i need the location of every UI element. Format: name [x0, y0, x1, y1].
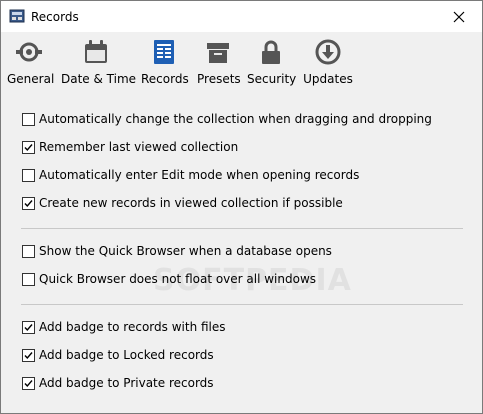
close-button[interactable] [436, 1, 482, 32]
option-label: Add badge to Private records [39, 376, 214, 390]
checkmark-icon [24, 351, 33, 359]
option-badge-files[interactable]: Add badge to records with files [22, 319, 226, 335]
checkbox-create-in-viewed-collection[interactable] [22, 196, 35, 210]
records-icon [154, 40, 174, 64]
option-remember-last-collection[interactable]: Remember last viewed collection [22, 139, 238, 155]
option-create-in-viewed-collection[interactable]: Create new records in viewed collection … [22, 195, 343, 211]
option-badge-private[interactable]: Add badge to Private records [22, 375, 214, 391]
option-label: Remember last viewed collection [39, 140, 239, 154]
window-title: Records [31, 10, 79, 24]
option-label: Automatically enter Edit mode when openi… [39, 168, 360, 182]
records-settings-panel: Automatically change the collection when… [1, 95, 482, 413]
updates-icon [315, 39, 341, 65]
tab-presets[interactable]: Presets [197, 38, 241, 90]
option-badge-locked[interactable]: Add badge to Locked records [22, 347, 214, 363]
app-icon [9, 9, 25, 23]
watermark: SOFTPEDIA [153, 263, 352, 298]
option-auto-change-collection[interactable]: Automatically change the collection when… [22, 111, 432, 127]
tab-records[interactable]: Records [141, 38, 189, 90]
divider [21, 304, 463, 305]
option-auto-edit-mode[interactable]: Automatically enter Edit mode when openi… [22, 167, 359, 183]
tab-general-label: General [7, 72, 55, 86]
checkmark-icon [24, 323, 33, 331]
preferences-window: Records General Date & Time Records Pres… [0, 0, 483, 414]
divider [21, 228, 463, 229]
tab-records-label: Records [141, 72, 189, 86]
checkmark-icon [24, 379, 33, 387]
general-icon [16, 42, 42, 62]
checkbox-badge-files[interactable] [22, 320, 35, 334]
option-label: Show the Quick Browser when a database o… [39, 244, 332, 258]
checkbox-remember-last-collection[interactable] [22, 140, 35, 154]
tab-security-label: Security [247, 72, 297, 86]
option-label: Automatically change the collection when… [39, 112, 432, 126]
presets-icon [207, 43, 229, 63]
tab-security[interactable]: Security [247, 38, 297, 90]
option-label: Create new records in viewed collection … [39, 196, 343, 210]
close-icon [453, 11, 465, 22]
tab-updates-label: Updates [303, 72, 353, 86]
checkbox-auto-edit-mode[interactable] [22, 168, 35, 182]
title-bar: Records [1, 1, 482, 32]
tab-date-time-label: Date & Time [61, 72, 137, 86]
checkbox-auto-change-collection[interactable] [22, 112, 35, 126]
preferences-toolbar: General Date & Time Records Presets Secu… [1, 32, 482, 92]
tab-presets-label: Presets [197, 72, 241, 86]
tab-date-time[interactable]: Date & Time [61, 38, 137, 90]
option-show-quick-browser[interactable]: Show the Quick Browser when a database o… [22, 243, 332, 259]
checkmark-icon [24, 143, 33, 151]
checkbox-badge-private[interactable] [22, 376, 35, 390]
option-label: Add badge to records with files [39, 320, 226, 334]
checkmark-icon [24, 199, 33, 207]
checkbox-quick-browser-no-float[interactable] [22, 272, 35, 286]
calendar-icon [85, 40, 107, 63]
tab-general[interactable]: General [7, 38, 55, 90]
checkbox-badge-locked[interactable] [22, 348, 35, 362]
tab-updates[interactable]: Updates [303, 38, 353, 90]
checkbox-show-quick-browser[interactable] [22, 244, 35, 258]
option-label: Add badge to Locked records [39, 348, 214, 362]
lock-icon [262, 40, 280, 64]
